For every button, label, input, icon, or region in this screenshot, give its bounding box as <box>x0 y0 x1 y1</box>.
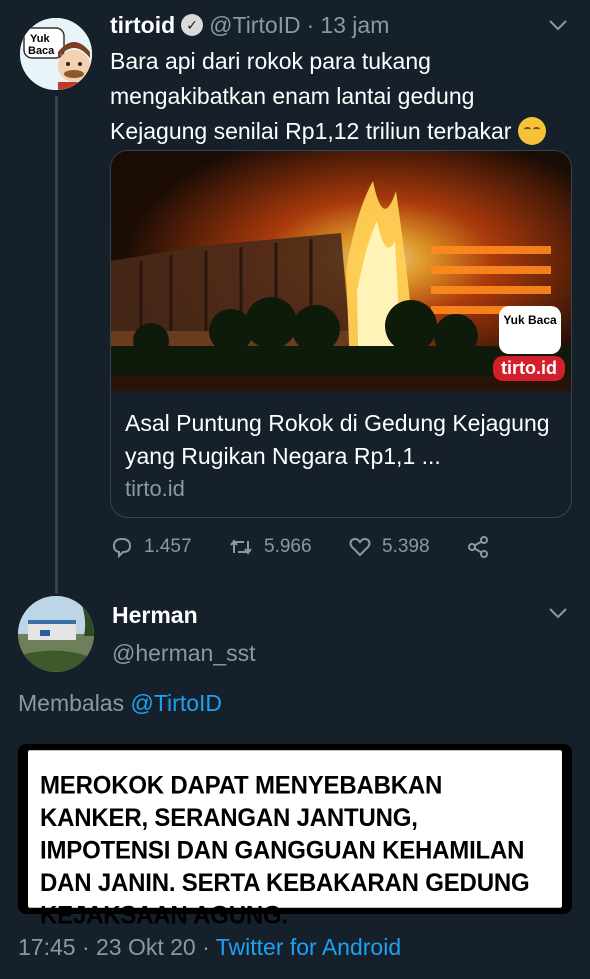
reply-icon <box>110 535 134 559</box>
verified-icon: ✓ <box>181 14 204 36</box>
card-image-fire[interactable]: Yuk Baca tirto.id <box>111 151 571 391</box>
svg-text:Yuk: Yuk <box>30 33 50 45</box>
reply-author-handle[interactable]: @herman_sst <box>112 640 256 667</box>
thread-connector-line <box>55 96 58 594</box>
tirtoid-avatar[interactable]: Yuk Baca <box>18 16 94 92</box>
tweet-time[interactable]: 13 jam <box>320 12 389 39</box>
retweet-button[interactable]: 5.966 <box>228 535 348 559</box>
logo-text: tirto.id <box>501 358 557 378</box>
share-icon <box>466 535 490 559</box>
tweet-header: tirtoid ✓ @TirtoID · 13 jam <box>110 10 389 40</box>
chevron-down-icon[interactable] <box>548 602 568 625</box>
svg-text:Baca: Baca <box>28 45 55 57</box>
warning-text: MEROKOK DAPAT MENYEBABKAN KANKER, SERANG… <box>28 750 562 930</box>
author-handle[interactable]: @TirtoID <box>209 12 301 39</box>
retweet-icon <box>228 535 254 559</box>
reply-image[interactable]: MEROKOK DAPAT MENYEBABKAN KANKER, SERANG… <box>18 744 572 930</box>
yuk-baca-badge: Yuk Baca <box>499 306 561 354</box>
reply-button[interactable]: 1.457 <box>110 535 228 559</box>
tweet-timestamp[interactable]: 17:45 · 23 Okt 20 · <box>18 934 216 960</box>
pensive-face-icon <box>517 117 546 145</box>
card-domain: tirto.id <box>125 476 185 501</box>
reply-count: 1.457 <box>144 536 192 557</box>
tirto-logo: tirto.id <box>493 356 565 381</box>
link-card[interactable]: Yuk Baca tirto.id Asal Puntung Rokok di … <box>110 150 572 518</box>
retweet-count: 5.966 <box>264 536 312 557</box>
tweet-actions: 1.457 5.966 5.398 <box>110 532 490 562</box>
reply-author-name[interactable]: Herman <box>112 602 198 629</box>
author-name[interactable]: tirtoid <box>110 12 175 39</box>
tweet-text: Bara api dari rokok para tukang mengakib… <box>110 44 575 149</box>
card-title[interactable]: Asal Puntung Rokok di Gedung Kejagung ya… <box>125 407 565 473</box>
tweet-footer: 17:45 · 23 Okt 20 · Twitter for Android <box>18 934 401 961</box>
like-count: 5.398 <box>382 536 430 557</box>
tweet-source[interactable]: Twitter for Android <box>216 934 401 960</box>
badge-text: Yuk Baca <box>503 313 557 327</box>
share-button[interactable] <box>466 535 490 559</box>
replying-prefix: Membalas <box>18 690 125 716</box>
mention-link[interactable]: @TirtoID <box>131 690 223 716</box>
separator-dot: · <box>306 11 315 38</box>
like-button[interactable]: 5.398 <box>348 535 466 559</box>
chevron-down-icon[interactable] <box>548 14 568 37</box>
tweet-body: Bara api dari rokok para tukang mengakib… <box>110 48 512 144</box>
herman-avatar[interactable] <box>18 596 94 672</box>
replying-to: Membalas @TirtoID <box>18 690 222 717</box>
like-icon <box>348 535 372 559</box>
